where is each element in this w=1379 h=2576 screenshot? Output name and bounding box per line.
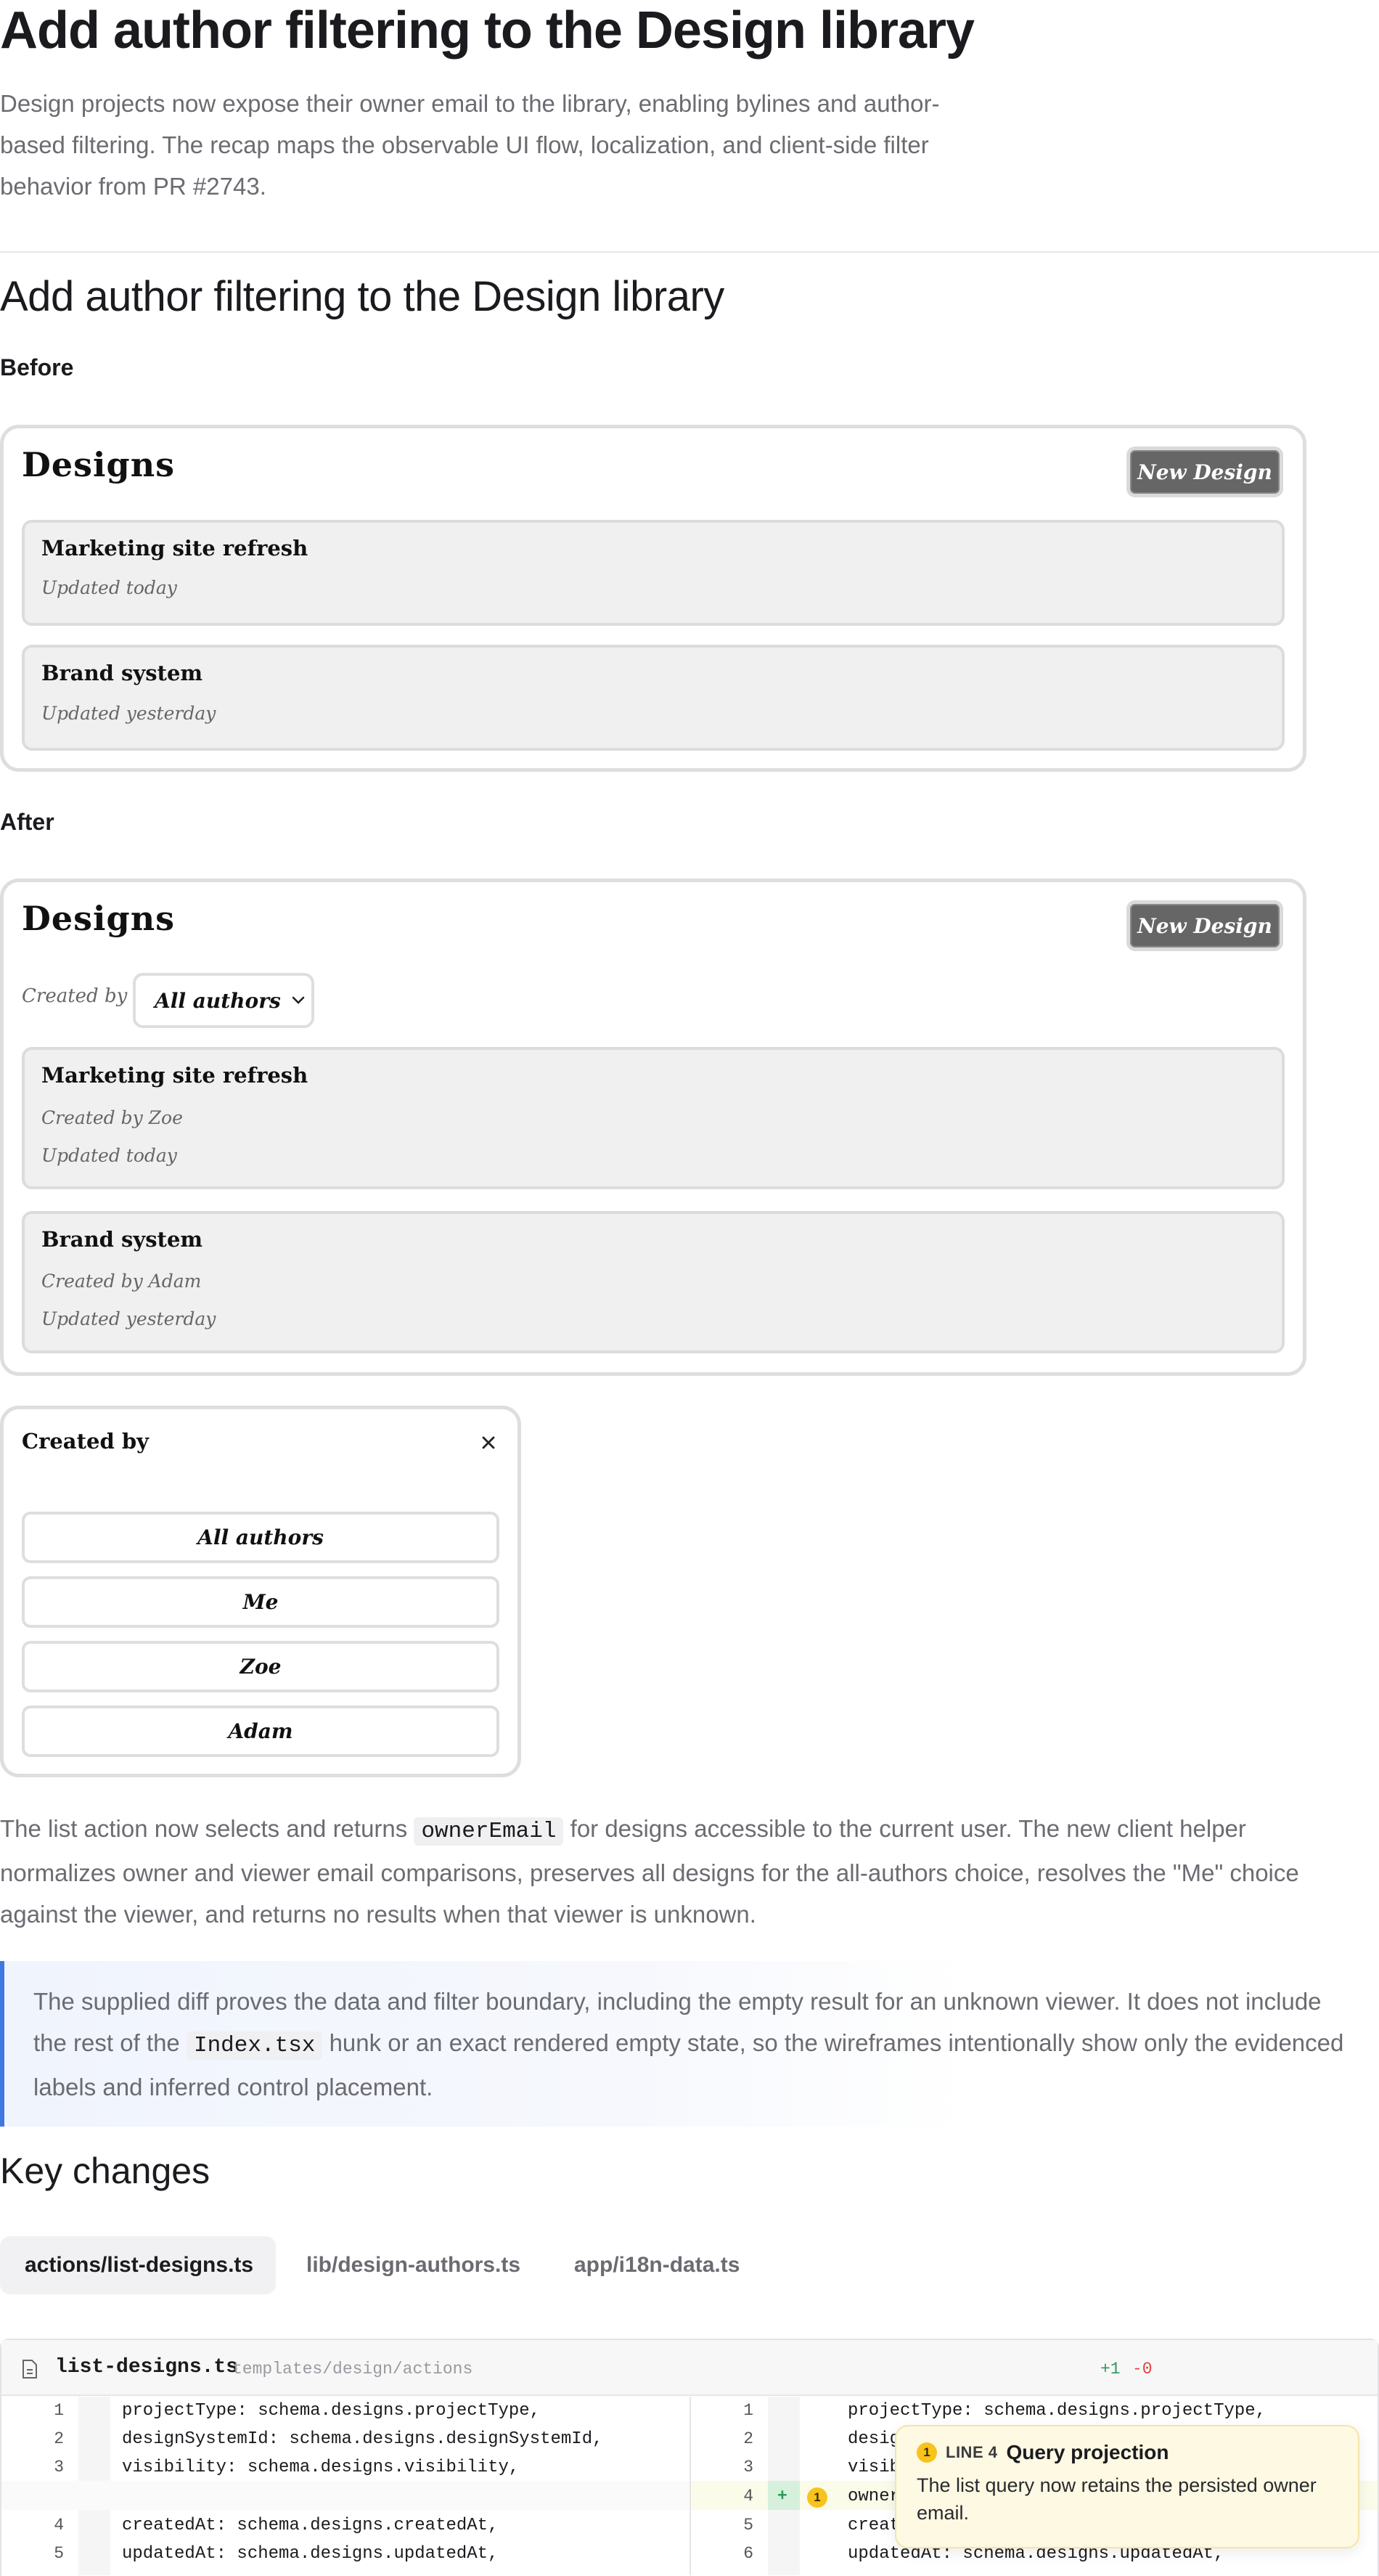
annotation-badge[interactable]: 1 <box>807 2487 827 2508</box>
code-line: projectType: schema.designs.projectType, <box>848 2401 1267 2421</box>
design-name: Brand system <box>41 661 203 685</box>
code-line: visib <box>848 2458 901 2477</box>
popover-title: Created by <box>22 1429 149 1454</box>
author-option-zoe[interactable]: Zoe <box>22 1641 499 1692</box>
explanation-paragraph: The list action now selects and returns … <box>0 1815 1299 1928</box>
line-number: 2 <box>743 2429 753 2448</box>
after-new-design-button[interactable]: New Design <box>1126 900 1283 951</box>
before-label: Before <box>0 354 74 380</box>
diff-deletions: -0 <box>1132 2360 1153 2379</box>
after-label: After <box>0 809 54 835</box>
created-by-filter-label: Created by <box>22 985 128 1007</box>
after-designs-title: Designs <box>22 899 176 938</box>
section-title: Add author filtering to the Design libra… <box>0 273 724 320</box>
line-number: 5 <box>54 2544 64 2563</box>
design-name: Marketing site refresh <box>41 536 308 561</box>
annotation-badge: 1 <box>917 2442 937 2463</box>
diff-add-marker: + <box>777 2487 787 2506</box>
author-filter-select[interactable]: All authors <box>133 973 314 1028</box>
line-number: 5 <box>743 2516 753 2535</box>
code-line: desig <box>848 2429 901 2449</box>
code-line: designSystemId: schema.designs.designSys… <box>122 2429 603 2449</box>
annotation-header: 1 LINE 4 Query projection <box>917 2441 1169 2464</box>
code-line: createdAt: schema.designs.createdAt, <box>122 2516 499 2535</box>
design-byline: Created by Adam <box>41 1271 202 1292</box>
design-updated: Updated today <box>41 577 177 598</box>
line-number: 2 <box>54 2429 64 2448</box>
code-line: updatedAt: schema.designs.updatedAt, <box>122 2544 499 2564</box>
before-design-card[interactable] <box>22 645 1285 751</box>
line-number: 1 <box>54 2401 64 2420</box>
annotation-text: The list query now retains the persisted… <box>917 2474 1317 2524</box>
design-name: Brand system <box>41 1227 203 1252</box>
divider <box>0 251 1379 253</box>
line-number: 4 <box>54 2516 64 2535</box>
design-updated: Updated yesterday <box>41 703 216 724</box>
tab-list-designs[interactable]: actions/list-designs.ts <box>0 2236 276 2294</box>
before-designs-title: Designs <box>22 445 176 484</box>
diff-file-path: templates/design/actions <box>232 2360 473 2379</box>
before-new-design-button[interactable]: New Design <box>1126 447 1283 497</box>
code-line: visibility: schema.designs.visibility, <box>122 2458 520 2477</box>
author-option-adam[interactable]: Adam <box>22 1705 499 1757</box>
line-number: 3 <box>743 2458 753 2477</box>
annotation-line: LINE 4 <box>946 2443 998 2461</box>
line-number: 1 <box>743 2401 753 2420</box>
line-number: 6 <box>743 2544 753 2563</box>
author-option-all[interactable]: All authors <box>22 1512 499 1563</box>
after-design-card[interactable] <box>22 1211 1285 1353</box>
page-title: Add author filtering to the Design libra… <box>0 1 975 60</box>
author-filter-value: All authors <box>155 988 281 1013</box>
diff-additions: +1 <box>1100 2360 1121 2379</box>
inline-code: ownerEmail <box>414 1817 564 1846</box>
tab-i18n-data[interactable]: app/i18n-data.ts <box>574 2236 740 2294</box>
code-line: creat <box>848 2516 901 2535</box>
code-line: projectType: schema.designs.projectType, <box>122 2401 541 2421</box>
annotation-title: Query projection <box>1006 2441 1169 2463</box>
line-number: 4 <box>743 2487 753 2506</box>
close-icon[interactable] <box>479 1433 498 1452</box>
inline-code: Index.tsx <box>186 2031 323 2060</box>
code-line: owner <box>848 2487 901 2506</box>
tab-design-authors[interactable]: lib/design-authors.ts <box>306 2236 520 2294</box>
line-number: 3 <box>54 2458 64 2477</box>
design-name: Marketing site refresh <box>41 1063 308 1088</box>
file-icon <box>22 2359 38 2379</box>
design-updated: Updated yesterday <box>41 1308 216 1329</box>
design-updated: Updated today <box>41 1145 177 1166</box>
diff-empty-row <box>1 2481 690 2510</box>
design-byline: Created by Zoe <box>41 1107 183 1128</box>
diff-file-name: list-designs.ts <box>55 2356 239 2379</box>
chevron-down-icon <box>291 995 306 1006</box>
key-changes-title: Key changes <box>0 2151 210 2191</box>
author-option-me[interactable]: Me <box>22 1576 499 1628</box>
page-lead: Design projects now expose their owner e… <box>0 90 940 200</box>
callout-text: The supplied diff proves the data and fi… <box>33 1988 1344 2100</box>
